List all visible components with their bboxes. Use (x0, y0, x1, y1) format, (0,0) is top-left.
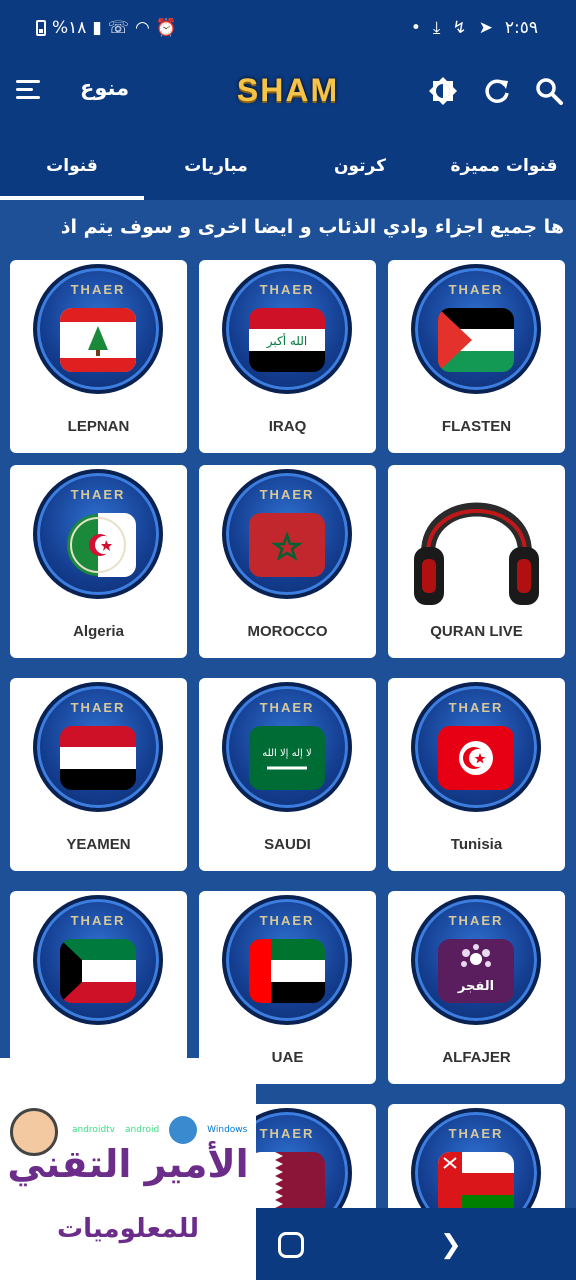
channel-badge: THAER الله أكبر (222, 264, 352, 394)
dot-icon: • (410, 18, 421, 38)
channel-name: SAUDI (264, 836, 311, 853)
search-icon[interactable] (532, 74, 566, 108)
battery-icon (36, 20, 46, 36)
wifi-call-icon: ☏ (107, 18, 130, 38)
badge-text: THAER (70, 487, 126, 502)
badge-text: THAER (259, 700, 315, 715)
svg-text:لا إله إلا الله: لا إله إلا الله (262, 748, 311, 759)
channel-card[interactable]: THAER الله أكبر IRAQ (199, 260, 376, 453)
iraq-flag-icon: الله أكبر (249, 308, 325, 372)
badge-text: THAER (448, 700, 504, 715)
lebanon-flag-icon (60, 308, 136, 372)
badge-text: THAER (70, 913, 126, 928)
download-icon: ⤓ (432, 18, 441, 38)
channel-card[interactable]: THAER MOROCCO (199, 465, 376, 658)
telegram-icon: ➤ (478, 18, 493, 38)
channel-name: Algeria (73, 623, 124, 640)
watermark-title: الأمير التقني (7, 1142, 249, 1186)
badge-text: THAER (448, 913, 504, 928)
gamepad-icon (169, 1116, 198, 1144)
badge-text: THAER (70, 700, 126, 715)
channel-card[interactable]: QURAN LIVE (388, 465, 565, 658)
watermark-subtitle: للمعلوميات (57, 1214, 199, 1244)
channel-name: IRAQ (268, 418, 307, 435)
channel-name: LEPNAN (67, 418, 130, 435)
channel-badge: THAER (33, 469, 163, 599)
status-time: ٢:٥٩ (504, 18, 538, 38)
alarm-icon: ⏰ (155, 18, 178, 38)
battery-percent: %١٨ (52, 18, 87, 38)
tunisia-flag-icon (438, 726, 514, 790)
alfajer-logo-icon: الفجر (438, 939, 514, 1003)
refresh-icon[interactable] (480, 74, 514, 108)
channel-badge: THAER الفجر (411, 895, 541, 1025)
tab-cartoon[interactable]: كرتون (288, 146, 432, 200)
channel-card[interactable]: THAER الفجر ALFAJER (388, 891, 565, 1084)
channel-name: YEAMEN (66, 836, 131, 853)
palestine-flag-icon (438, 308, 514, 372)
channel-badge: THAER (411, 264, 541, 394)
oman-flag-icon (438, 1152, 514, 1208)
app-header: منوع SHAM قنوات مباريات كرتون قنوات مميز… (0, 60, 576, 200)
channel-card[interactable]: THAER (388, 1104, 565, 1208)
channel-name: Tunisia (450, 836, 503, 853)
morocco-flag-icon (249, 513, 325, 577)
channel-name: FLASTEN (441, 418, 512, 435)
signal-icon: ▮ (92, 18, 102, 38)
news-ticker: ها جميع اجزاء وادي الذئاب و ايضا اخرى و … (0, 200, 576, 260)
status-right: • ⤓ ↯ ➤ ٢:٥٩ (411, 18, 538, 38)
channel-badge: THAER (33, 682, 163, 812)
watermark: androidtv android Windows الأمير التقني … (0, 1058, 256, 1280)
badge-text: THAER (259, 282, 315, 297)
missed-call-icon: ↯ (452, 18, 467, 38)
channel-card[interactable]: THAER (10, 891, 187, 1084)
channel-card[interactable]: THAER FLASTEN (388, 260, 565, 453)
status-left: %١٨ ▮ ☏ ◠ ⏰ (36, 18, 177, 38)
channel-badge: THAER (411, 1108, 541, 1208)
channel-badge: THAER (222, 895, 352, 1025)
brightness-icon[interactable] (426, 74, 460, 108)
tab-featured[interactable]: قنوات مميزة (432, 146, 576, 200)
channel-name: QURAN LIVE (430, 623, 523, 640)
channel-name: MOROCCO (247, 623, 328, 640)
back-icon[interactable]: ❯ (440, 1230, 462, 1260)
badge-text: THAER (259, 487, 315, 502)
badge-text: THAER (448, 282, 504, 297)
headphones-icon (408, 475, 545, 615)
badge-text: THAER (259, 913, 315, 928)
kuwait-flag-icon (60, 939, 136, 1003)
channel-card[interactable]: THAER Algeria (10, 465, 187, 658)
ticker-text: ها جميع اجزاء وادي الذئاب و ايضا اخرى و … (60, 216, 564, 238)
svg-text:الله أكبر: الله أكبر (266, 333, 308, 349)
channel-card[interactable]: THAER UAE (199, 891, 376, 1084)
android-icon: android (125, 1125, 160, 1135)
qatar-flag-icon (249, 1152, 325, 1208)
badge-text: THAER (448, 1126, 504, 1141)
uae-flag-icon (249, 939, 325, 1003)
channel-badge: THAER (33, 895, 163, 1025)
saudi-flag-icon: لا إله إلا الله (249, 726, 325, 790)
channel-badge: THAER (411, 682, 541, 812)
androidtv-icon: androidtv (72, 1125, 116, 1135)
wifi-icon: ◠ (135, 18, 150, 38)
channel-card[interactable]: THAER لا إله إلا الله SAUDI (199, 678, 376, 871)
alfajer-logo-text: الفجر (457, 979, 495, 994)
algeria-flag-icon (60, 513, 136, 577)
channel-badge: THAER (33, 264, 163, 394)
tab-matches[interactable]: مباريات (144, 146, 288, 200)
channel-name: ALFAJER (442, 1049, 511, 1066)
channel-card[interactable]: THAER Tunisia (388, 678, 565, 871)
channel-card[interactable]: THAER YEAMEN (10, 678, 187, 871)
tab-channels[interactable]: قنوات (0, 146, 144, 200)
channel-card[interactable]: THAER LEPNAN (10, 260, 187, 453)
windows-icon: Windows (207, 1125, 248, 1135)
home-icon[interactable] (278, 1232, 304, 1258)
channel-badge: THAER (222, 469, 352, 599)
channel-badge: THAER لا إله إلا الله (222, 682, 352, 812)
tab-bar: قنوات مباريات كرتون قنوات مميزة (0, 146, 576, 200)
platform-icons: androidtv android Windows (72, 1116, 247, 1144)
status-bar: %١٨ ▮ ☏ ◠ ⏰ • ⤓ ↯ ➤ ٢:٥٩ (0, 0, 576, 60)
yemen-flag-icon (60, 726, 136, 790)
badge-text: THAER (70, 282, 126, 297)
